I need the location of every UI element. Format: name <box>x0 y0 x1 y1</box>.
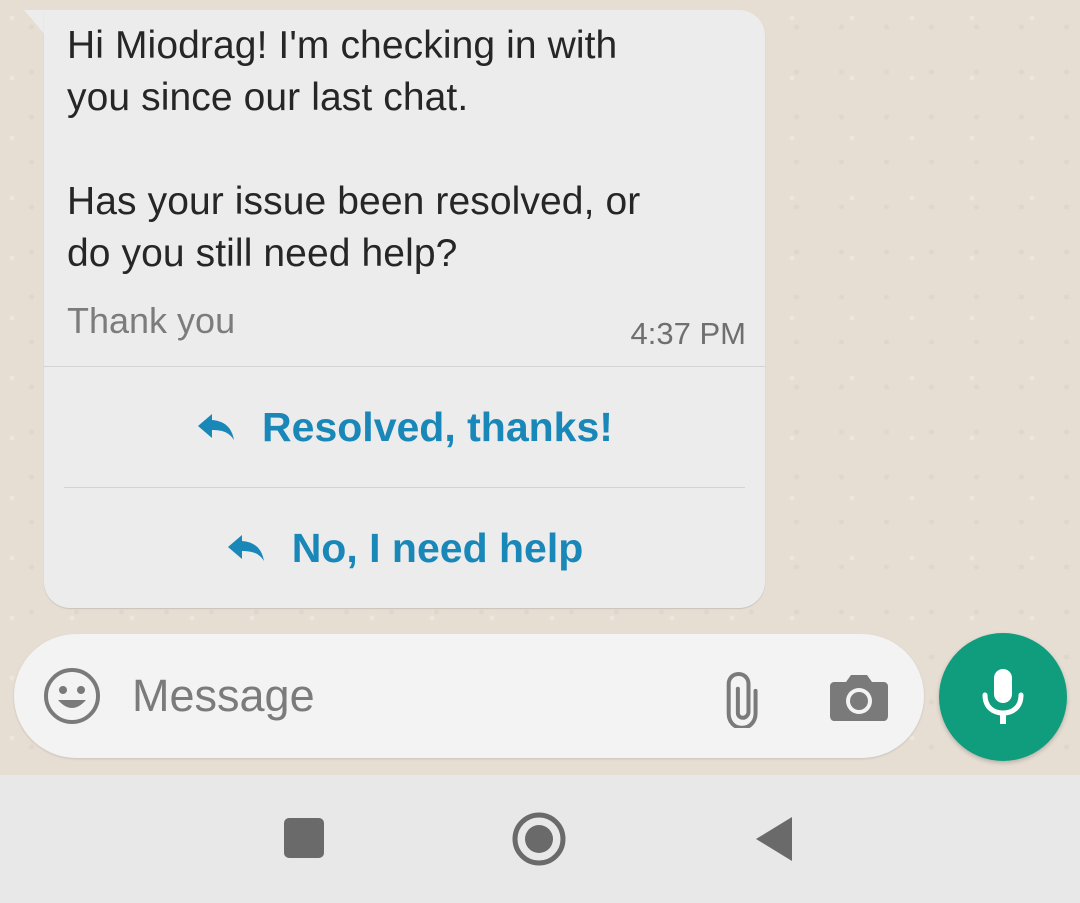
quick-reply-resolved-button[interactable]: Resolved, thanks! <box>44 367 765 487</box>
emoji-icon[interactable] <box>42 666 102 726</box>
quick-reply-need-help-button[interactable]: No, I need help <box>44 488 765 608</box>
message-composer <box>14 634 924 758</box>
home-circle-icon[interactable] <box>511 811 567 867</box>
quick-reply-label: Resolved, thanks! <box>262 403 613 450</box>
message-bubble: Hi Miodrag! I'm checking in with you sin… <box>44 10 765 608</box>
message-footer: Thank you <box>67 300 236 341</box>
message-input[interactable] <box>132 664 672 728</box>
back-triangle-icon[interactable] <box>754 815 794 863</box>
message-body: Hi Miodrag! I'm checking in with you sin… <box>67 24 641 275</box>
microphone-button[interactable] <box>939 633 1067 761</box>
paperclip-icon[interactable] <box>710 668 770 728</box>
message-timestamp: 4:37 PM <box>630 316 746 351</box>
recents-square-icon[interactable] <box>284 818 324 858</box>
system-navigation-bar <box>0 775 1080 903</box>
bubble-tail <box>24 10 46 36</box>
reply-icon <box>198 414 235 440</box>
camera-icon[interactable] <box>830 670 888 722</box>
quick-reply-label: No, I need help <box>291 524 584 571</box>
microphone-icon <box>982 669 1024 724</box>
reply-icon <box>227 535 264 561</box>
